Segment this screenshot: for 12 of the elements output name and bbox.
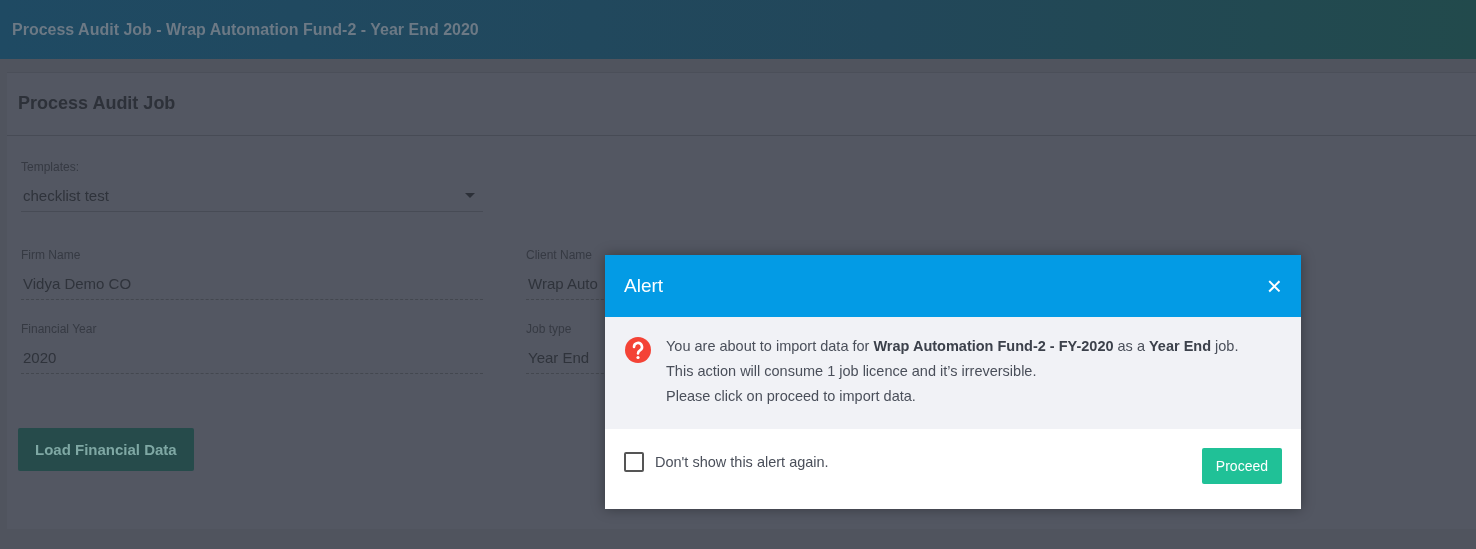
message-text: This action will consume 1 job licence and it’s irreversible. <box>666 362 1038 381</box>
load-financial-data-button[interactable]: Load Financial Data <box>18 428 194 471</box>
caret-icon <box>465 192 475 198</box>
checkbox[interactable] <box>624 452 644 472</box>
checkbox-label: Don't show this alert again. <box>655 454 829 470</box>
page-title: Process Audit Job - Wrap Automation Fund-2 - Year End 2020 <box>12 20 479 39</box>
close-button[interactable]: × <box>1266 273 1282 299</box>
question-icon <box>625 337 651 363</box>
proceed-button[interactable]: Proceed <box>1201 448 1282 484</box>
dialog-title: Alert <box>624 275 664 297</box>
message-text: You are about to import data for Wrap Automation Fund-2 - FY-2020 as a Year End job. <box>666 337 1239 356</box>
message-text: Please click on proceed to import data. <box>666 387 917 406</box>
